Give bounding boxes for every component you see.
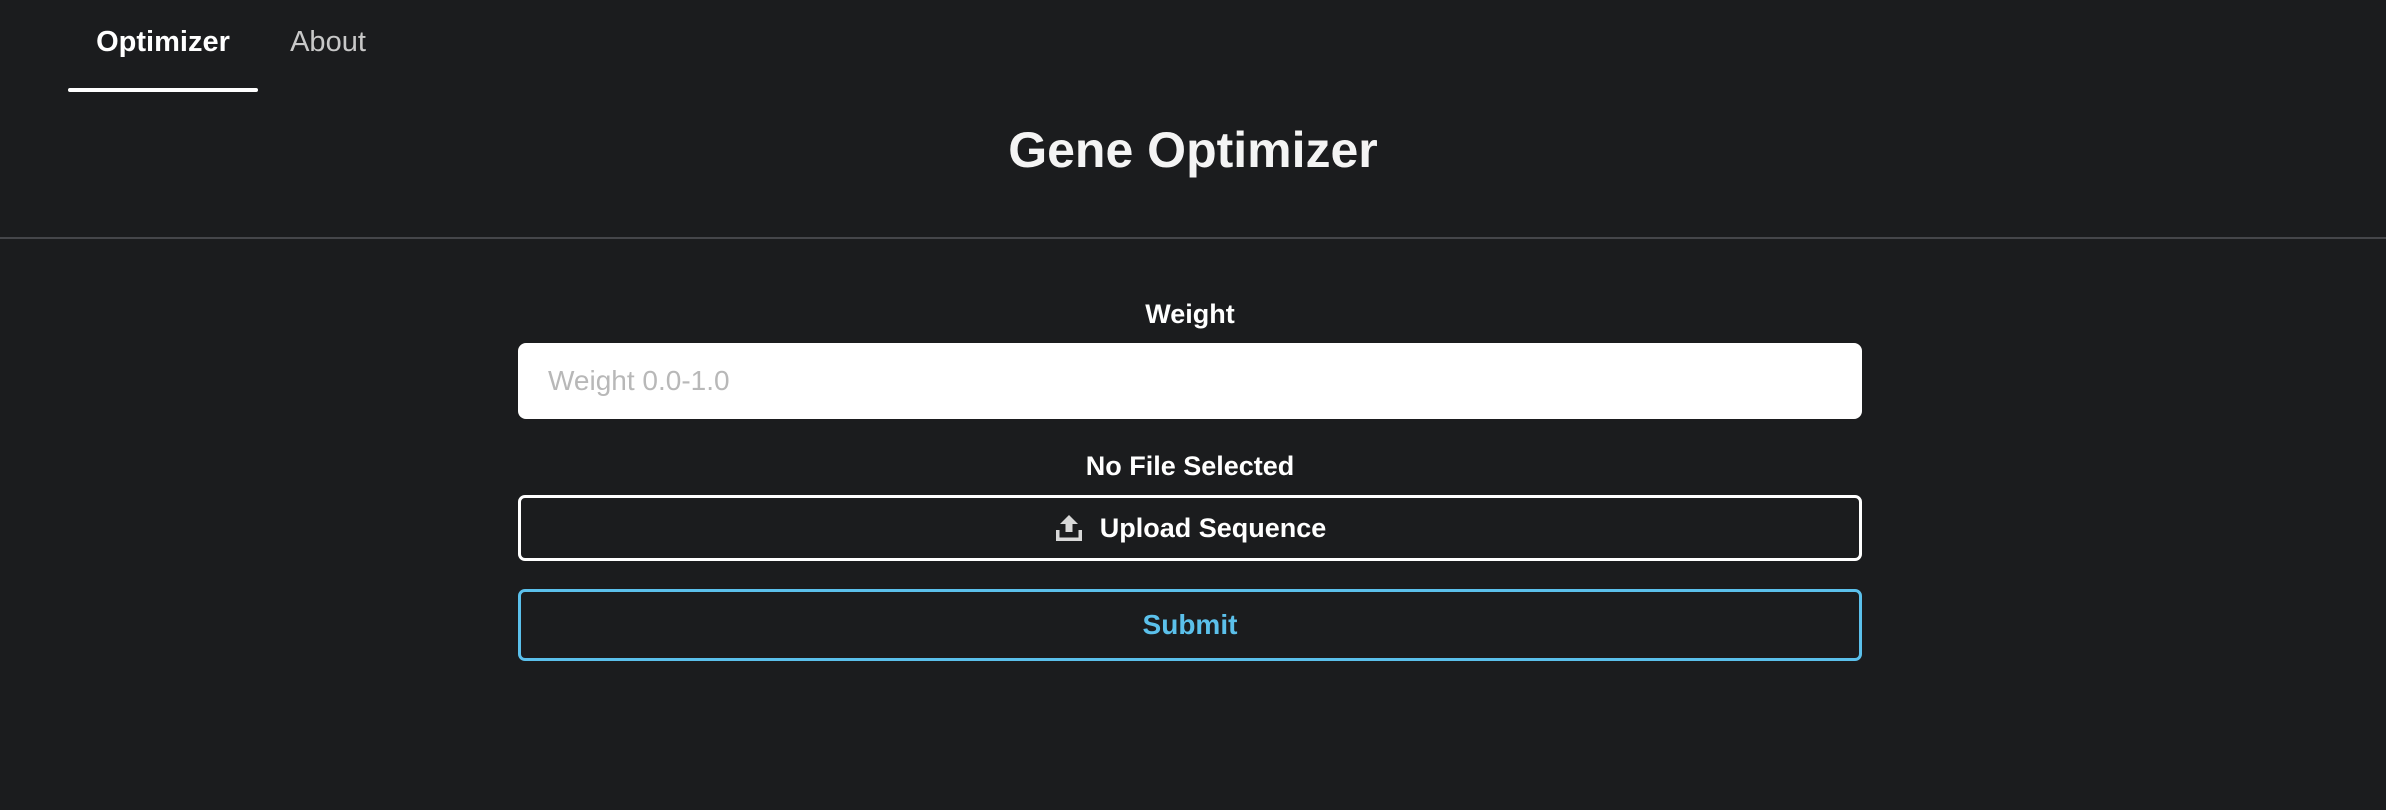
optimizer-form: Weight No File Selected Upload Sequence … xyxy=(518,295,1862,661)
submit-label: Submit xyxy=(1142,609,1238,640)
upload-sequence-button[interactable]: Upload Sequence xyxy=(518,495,1862,561)
tab-about-label: About xyxy=(290,25,366,58)
tab-about[interactable]: About xyxy=(258,0,398,92)
file-status: No File Selected xyxy=(1085,451,1295,481)
app-page: Optimizer About Gene Optimizer Weight No… xyxy=(0,0,2386,810)
submit-button[interactable]: Submit xyxy=(518,589,1862,661)
weight-label: Weight xyxy=(1145,299,1235,329)
tab-optimizer-label: Optimizer xyxy=(96,25,230,58)
weight-input[interactable] xyxy=(518,343,1862,419)
upload-icon xyxy=(1054,513,1084,543)
top-nav: Optimizer About xyxy=(68,0,398,92)
tab-optimizer[interactable]: Optimizer xyxy=(68,0,258,92)
upload-sequence-label: Upload Sequence xyxy=(1099,512,1327,543)
header-divider xyxy=(0,237,2386,239)
page-title: Gene Optimizer xyxy=(1008,122,1378,178)
